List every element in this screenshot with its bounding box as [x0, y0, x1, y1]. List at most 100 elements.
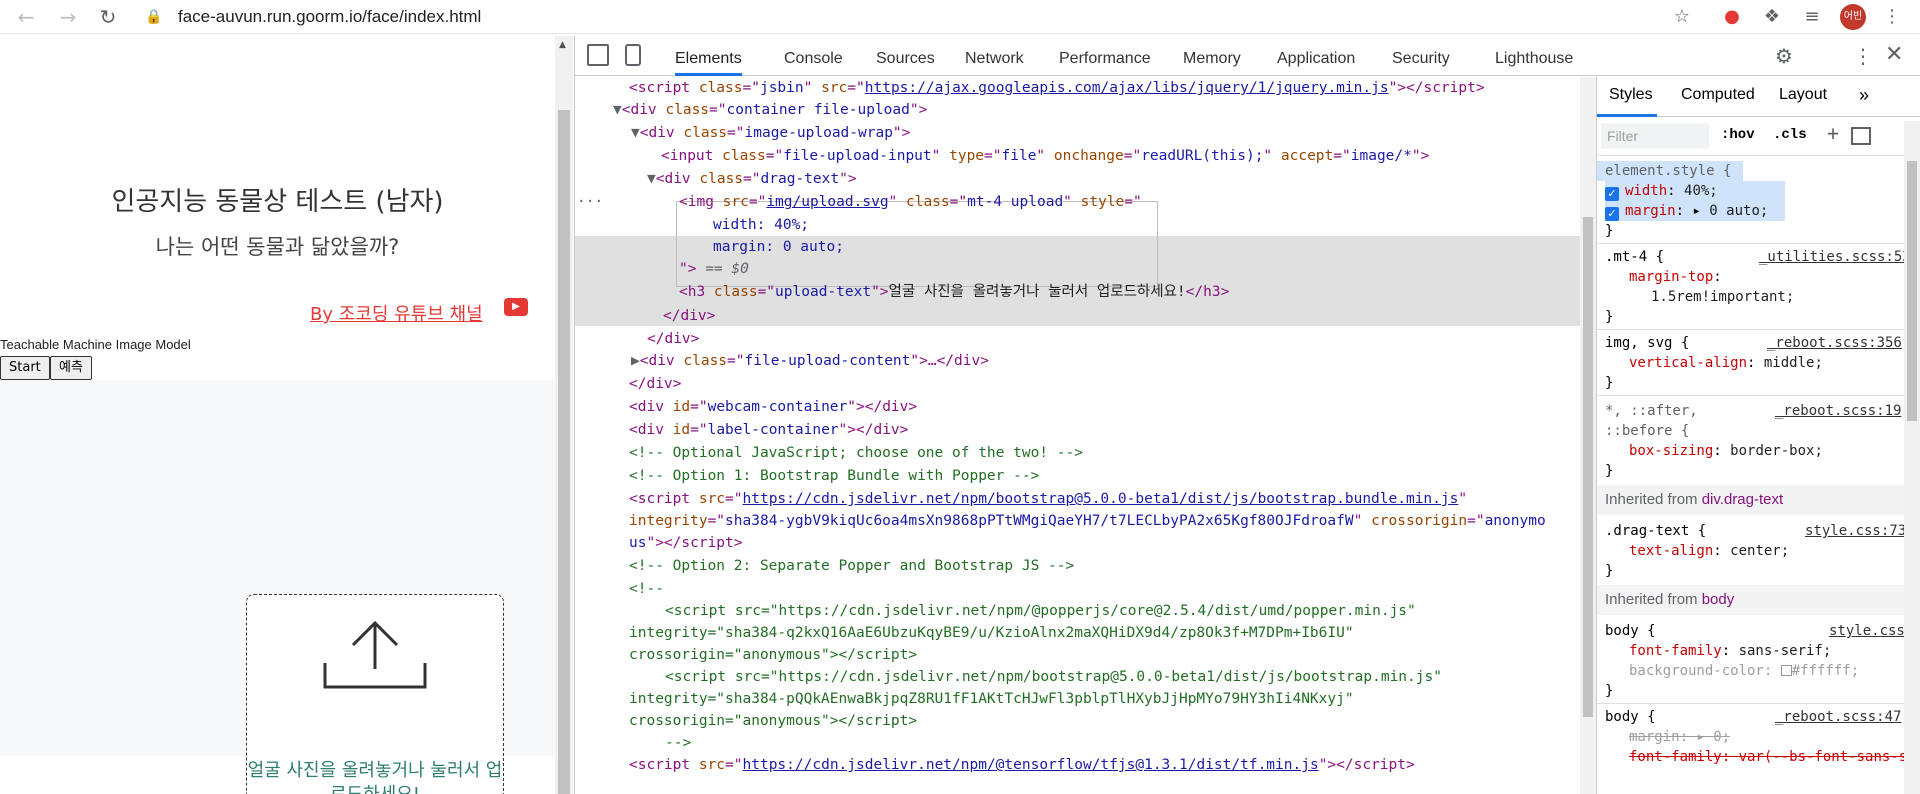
checkbox-checked-icon[interactable]: ✓ [1605, 207, 1619, 221]
node-ellipsis-icon[interactable]: ··· [577, 191, 603, 213]
rule-selector[interactable]: *, ::after, [1605, 401, 1698, 421]
dom-line[interactable]: ▼<div class="image-upload-wrap"> [631, 122, 910, 144]
styles-pane: Styles Computed Layout » Filter :hov .cl… [1596, 77, 1920, 794]
more-tabs-icon[interactable]: » [1859, 77, 1869, 113]
tab-memory[interactable]: Memory [1183, 36, 1241, 76]
dom-line: width: 40%; [713, 217, 810, 233]
rule-selector[interactable]: .drag-text { [1605, 521, 1706, 541]
drag-drop-area[interactable]: 얼굴 사진을 올려놓거나 눌러서 업로드하세요! [246, 594, 504, 794]
browser-toolbar: ← → ↻ 🔒 face-auvun.run.goorm.io/face/ind… [0, 0, 1920, 34]
dom-comment[interactable]: <script src="https://cdn.jsdelivr.net/np… [665, 666, 1442, 688]
page-subtitle: 나는 어떤 동물과 닮았을까? [155, 235, 400, 259]
color-swatch-icon[interactable] [1780, 665, 1792, 676]
source-link[interactable]: _utilities.scss:52 [1759, 247, 1911, 267]
toggle-sidebar-icon[interactable] [1851, 127, 1871, 145]
cls-toggle[interactable]: .cls [1773, 127, 1807, 143]
new-rule-plus-icon[interactable]: + [1827, 121, 1839, 145]
start-button[interactable]: Start [0, 356, 50, 380]
devtools-menu-icon[interactable]: ⋮ [1853, 44, 1873, 68]
dom-comment[interactable]: crossorigin="anonymous"></script> [629, 710, 917, 732]
reload-icon[interactable]: ↻ [96, 5, 120, 29]
dom-line[interactable]: <script src="https://cdn.jsdelivr.net/np… [629, 488, 1467, 510]
checkbox-checked-icon[interactable]: ✓ [1605, 187, 1619, 201]
source-link[interactable]: _reboot.scss:19 [1775, 401, 1901, 421]
dom-line[interactable]: <div id="label-container"></div> [629, 419, 908, 441]
dom-line[interactable]: ▶<div class="file-upload-content">…</div… [631, 350, 989, 372]
puzzle-icon[interactable]: ❖ [1760, 5, 1784, 29]
dom-line: margin: 0 auto; [713, 239, 844, 255]
source-link[interactable]: _reboot.scss:356 [1767, 333, 1902, 353]
close-devtools-icon[interactable]: ✕ [1885, 42, 1903, 67]
hov-toggle[interactable]: :hov [1721, 127, 1755, 143]
dom-comment[interactable]: <script src="https://cdn.jsdelivr.net/np… [665, 600, 1416, 622]
dom-line[interactable]: <script class="jsbin" src="https://ajax.… [629, 77, 1485, 99]
dom-comment[interactable]: --> [665, 732, 691, 754]
dom-line[interactable]: </div> [663, 305, 715, 327]
dom-comment[interactable]: <!-- [629, 578, 664, 600]
styles-filter-input[interactable]: Filter [1601, 123, 1709, 149]
predict-button[interactable]: 예측 [50, 356, 92, 380]
dom-line: "> == $0 [679, 261, 749, 277]
inspect-element-icon[interactable] [587, 44, 609, 66]
source-link[interactable]: style.css:73 [1805, 521, 1906, 541]
rule-selector[interactable]: ::before { [1605, 421, 1689, 441]
dom-comment[interactable]: <!-- Optional JavaScript; choose one of … [629, 442, 1083, 464]
forward-icon[interactable]: → [56, 5, 80, 29]
tab-application[interactable]: Application [1277, 36, 1355, 76]
profile-avatar[interactable]: 어빈 [1840, 4, 1866, 30]
tab-lighthouse[interactable]: Lighthouse [1495, 36, 1573, 76]
tab-styles[interactable]: Styles [1597, 77, 1657, 117]
styles-scrollbar[interactable] [1904, 121, 1920, 794]
dom-line[interactable]: <h3 class="upload-text">얼굴 사진을 올려놓거나 눌러서… [679, 281, 1229, 303]
tab-performance[interactable]: Performance [1059, 36, 1151, 76]
dom-line[interactable]: </div> [629, 373, 681, 395]
source-link[interactable]: _reboot.scss:47 [1775, 707, 1901, 727]
settings-gear-icon[interactable]: ⚙ [1775, 44, 1793, 68]
reading-list-icon[interactable]: ≡ [1800, 5, 1824, 29]
page-viewport: 인공지능 동물상 테스트 (남자) 나는 어떤 동물과 닮았을까? By 조코딩… [0, 36, 555, 794]
youtube-play-icon[interactable]: ▶ [504, 298, 528, 316]
dom-comment[interactable]: crossorigin="anonymous"></script> [629, 644, 917, 666]
tab-layout[interactable]: Layout [1779, 77, 1827, 113]
address-bar[interactable]: face-auvun.run.goorm.io/face/index.html [178, 5, 481, 29]
lock-icon[interactable]: 🔒 [142, 5, 166, 29]
dom-comment[interactable]: integrity="sha384-pQQkAEnwaBkjpqZ8RU1fF1… [629, 688, 1354, 710]
bookmark-star-icon[interactable]: ☆ [1670, 5, 1694, 29]
dom-line[interactable]: ▼<div class="drag-text"> [647, 168, 857, 190]
tab-network[interactable]: Network [965, 36, 1024, 76]
page-scrollbar[interactable]: ▲ [555, 36, 573, 794]
rule-selector[interactable]: body { [1605, 707, 1656, 727]
element-style-selector[interactable]: element.style { [1605, 161, 1731, 181]
style-rule-width[interactable]: ✓ width: 40%; [1605, 181, 1718, 201]
rule-value[interactable]: 1.5rem!important; [1651, 287, 1794, 307]
dom-line[interactable]: integrity="sha384-ygbV9kiqUc6oa4msXn9868… [629, 510, 1546, 532]
dom-line[interactable]: <input class="file-upload-input" type="f… [661, 145, 1429, 167]
elements-scrollbar[interactable] [1580, 77, 1596, 794]
back-icon[interactable]: ← [14, 5, 38, 29]
dom-line-selected[interactable]: <img src="img/upload.svg" class="mt-4 up… [679, 191, 1142, 213]
dom-line[interactable]: <div id="webcam-container"></div> [629, 396, 917, 418]
dom-comment[interactable]: <!-- Option 1: Bootstrap Bundle with Pop… [629, 465, 1039, 487]
device-toolbar-icon[interactable] [625, 44, 641, 66]
dom-comment[interactable]: <!-- Option 2: Separate Popper and Boots… [629, 555, 1074, 577]
rule-selector[interactable]: .mt-4 { [1605, 247, 1664, 267]
tab-sources[interactable]: Sources [876, 36, 935, 76]
dom-line[interactable]: <script src="https://cdn.jsdelivr.net/np… [629, 754, 1415, 776]
tab-computed[interactable]: Computed [1681, 77, 1755, 113]
extension-icon[interactable]: ● [1720, 5, 1744, 29]
dom-line[interactable]: </div> [647, 328, 699, 350]
dom-comment[interactable]: integrity="sha384-q2kxQ16AaE6UbzuKqyBE9/… [629, 622, 1354, 644]
tab-elements[interactable]: Elements [675, 36, 742, 76]
style-rule-margin[interactable]: ✓ margin: ▸ 0 auto; [1605, 201, 1768, 221]
dom-line[interactable]: us"></script> [629, 532, 743, 554]
inherited-header: Inherited from body [1597, 585, 1920, 615]
tab-console[interactable]: Console [784, 36, 843, 76]
page-title: 인공지능 동물상 테스트 (남자) [111, 187, 444, 217]
dom-tree[interactable]: <script class="jsbin" src="https://ajax.… [575, 77, 1580, 794]
rule-selector[interactable]: img, svg { [1605, 333, 1689, 353]
dom-line[interactable]: ▼<div class="container file-upload"> [613, 99, 927, 121]
rule-selector[interactable]: body { [1605, 621, 1656, 641]
youtube-link[interactable]: By 조코딩 유튜브 채널 [310, 300, 483, 326]
tab-security[interactable]: Security [1392, 36, 1450, 76]
menu-kebab-icon[interactable]: ⋮ [1880, 5, 1904, 29]
